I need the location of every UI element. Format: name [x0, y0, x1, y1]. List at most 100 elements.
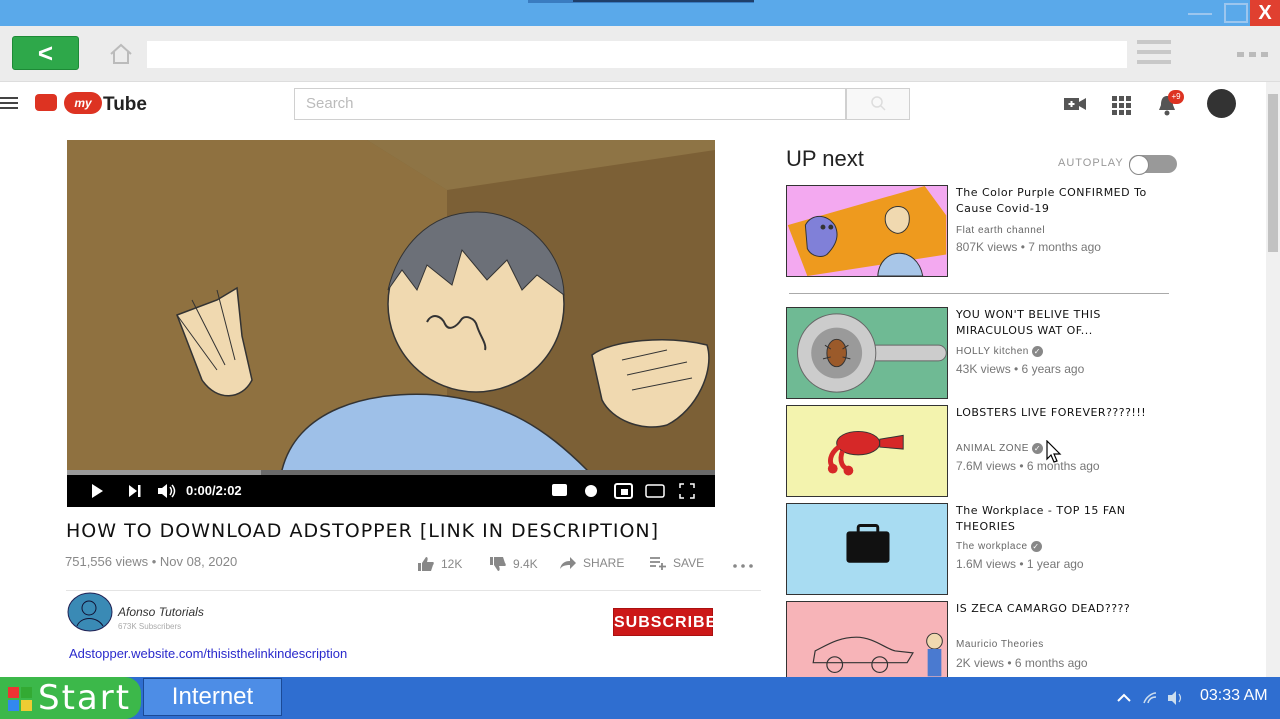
site-header: my Tube Search +9 [0, 82, 1266, 126]
scrollbar-thumb[interactable] [1268, 94, 1278, 252]
video-title: HOW TO DOWNLOAD ADSTOPPER [LINK IN DESCR… [66, 520, 660, 542]
more-actions-icon[interactable] [733, 564, 753, 568]
up-next-item[interactable]: YOU WON'T BELIVE THIS MIRACULOUS WAT OF.… [786, 307, 1186, 399]
account-avatar[interactable] [1207, 89, 1236, 118]
subscribe-button[interactable]: SUBSCRIBE [613, 608, 716, 636]
apps-grid-icon[interactable] [1110, 94, 1132, 116]
up-next-channel[interactable]: The workplace ✓ [956, 541, 1042, 552]
video-thumbnail[interactable] [786, 601, 948, 677]
page-scrollbar[interactable] [1266, 82, 1280, 677]
home-icon[interactable] [108, 42, 134, 66]
channel-avatar[interactable] [67, 592, 113, 632]
up-next-channel-name: ANIMAL ZONE [956, 443, 1029, 454]
description-link[interactable]: Adstopper.website.com/thisisthelinkindes… [69, 646, 347, 661]
verified-icon: ✓ [1031, 443, 1043, 454]
up-next-meta: 43K views • 6 years ago [956, 362, 1085, 376]
logo-badge[interactable]: my [64, 92, 102, 114]
up-next-item[interactable]: The Color Purple CONFIRMED To Cause Covi… [786, 185, 1186, 277]
up-next-meta: 807K views • 7 months ago [956, 240, 1101, 254]
up-next-title[interactable]: IS ZECA CAMARGO DEAD???? [956, 601, 1176, 617]
tab-indicator [528, 0, 754, 3]
channel-subscribers: 673K Subscribers [118, 622, 182, 631]
channel-name[interactable]: Afonso Tutorials [118, 605, 204, 619]
logo-text[interactable]: Tube [103, 94, 147, 116]
divider [789, 293, 1169, 294]
search-icon [871, 96, 886, 111]
share-button[interactable]: SHARE [559, 556, 624, 570]
up-next-channel[interactable]: Mauricio Theories [956, 639, 1044, 650]
up-next-channel-name: Flat earth channel [956, 225, 1046, 236]
back-button[interactable]: < [12, 36, 79, 70]
video-thumbnail[interactable] [786, 503, 948, 595]
share-label: SHARE [583, 556, 625, 570]
up-next-channel[interactable]: ANIMAL ZONE ✓ [956, 443, 1043, 454]
miniplayer-icon[interactable] [614, 483, 633, 499]
volume-icon[interactable] [157, 483, 177, 499]
video-thumbnail[interactable] [786, 307, 948, 399]
up-next-item[interactable]: The Workplace - TOP 15 FAN THEORIES The … [786, 503, 1186, 595]
start-label: Start [38, 678, 132, 718]
window-titlebar: X [0, 0, 1280, 26]
captions-icon[interactable] [551, 483, 568, 497]
settings-icon[interactable] [583, 483, 599, 499]
close-button[interactable]: X [1250, 0, 1280, 26]
system-tray-icons[interactable] [1116, 689, 1186, 707]
video-player[interactable] [67, 140, 715, 507]
dislike-count: 9.4K [513, 557, 538, 571]
share-icon [560, 557, 576, 569]
more-options-icon[interactable] [1237, 52, 1269, 58]
notification-badge: +9 [1168, 90, 1184, 104]
verified-icon: ✓ [1031, 346, 1043, 357]
search-input[interactable]: Search [294, 88, 846, 120]
autoplay-toggle[interactable] [1129, 155, 1177, 175]
up-next-title[interactable]: The Color Purple CONFIRMED To Cause Covi… [956, 185, 1176, 217]
autoplay-label: AUTOPLAY [1058, 157, 1124, 169]
save-button[interactable]: SAVE [649, 556, 704, 570]
up-next-channel[interactable]: HOLLY kitchen ✓ [956, 346, 1043, 357]
start-button[interactable]: Start [0, 677, 141, 719]
address-bar[interactable] [147, 41, 1127, 68]
up-next-channel-name: HOLLY kitchen [956, 346, 1029, 357]
taskbar-clock: 03:33 AM [1200, 687, 1268, 704]
minimize-icon[interactable] [1188, 3, 1212, 23]
video-thumbnail[interactable] [786, 405, 948, 497]
up-next-meta: 2K views • 6 months ago [956, 656, 1088, 670]
search-button[interactable] [846, 88, 910, 120]
video-frame-illustration [67, 140, 715, 507]
up-next-item[interactable]: IS ZECA CAMARGO DEAD???? Mauricio Theori… [786, 601, 1186, 677]
next-icon[interactable] [127, 483, 143, 499]
create-video-icon[interactable] [1064, 94, 1086, 114]
taskbar: Start Internet 03:33 AM [0, 677, 1280, 719]
logo-play-icon[interactable] [35, 94, 57, 111]
up-next-channel[interactable]: Flat earth channel [956, 225, 1045, 236]
verified-icon: ✓ [1030, 541, 1042, 552]
up-next-title[interactable]: YOU WON'T BELIVE THIS MIRACULOUS WAT OF.… [956, 307, 1176, 339]
up-next-channel-name: The workplace [956, 541, 1028, 552]
fullscreen-icon[interactable] [679, 483, 695, 499]
play-icon[interactable] [90, 483, 104, 499]
thumbs-down-icon [490, 557, 506, 571]
up-next-meta: 1.6M views • 1 year ago [956, 557, 1084, 571]
add-to-playlist-icon [650, 557, 666, 570]
save-label: SAVE [673, 556, 705, 570]
video-controls: 0:00/2:02 [67, 475, 715, 507]
video-views-date: 751,556 views • Nov 08, 2020 [65, 554, 238, 569]
thumbs-up-icon [418, 557, 434, 571]
taskbar-item-internet[interactable]: Internet [143, 678, 282, 716]
start-logo-icon [8, 687, 32, 711]
up-next-heading: UP next [786, 146, 864, 171]
up-next-title[interactable]: LOBSTERS LIVE FOREVER????!!! [956, 405, 1176, 421]
up-next-item[interactable]: LOBSTERS LIVE FOREVER????!!! ANIMAL ZONE… [786, 405, 1186, 497]
like-button[interactable]: 12K [417, 556, 462, 572]
theater-mode-icon[interactable] [645, 483, 665, 499]
up-next-title[interactable]: The Workplace - TOP 15 FAN THEORIES [956, 503, 1176, 535]
mouse-cursor-icon [1046, 440, 1062, 463]
video-thumbnail[interactable] [786, 185, 948, 277]
like-count: 12K [441, 557, 463, 571]
divider [66, 590, 761, 591]
up-next-meta: 7.6M views • 6 months ago [956, 459, 1100, 473]
dislike-button[interactable]: 9.4K [489, 556, 538, 572]
menu-icon[interactable] [1137, 40, 1171, 66]
hamburger-menu-icon[interactable] [0, 97, 18, 111]
maximize-icon[interactable] [1224, 3, 1248, 23]
